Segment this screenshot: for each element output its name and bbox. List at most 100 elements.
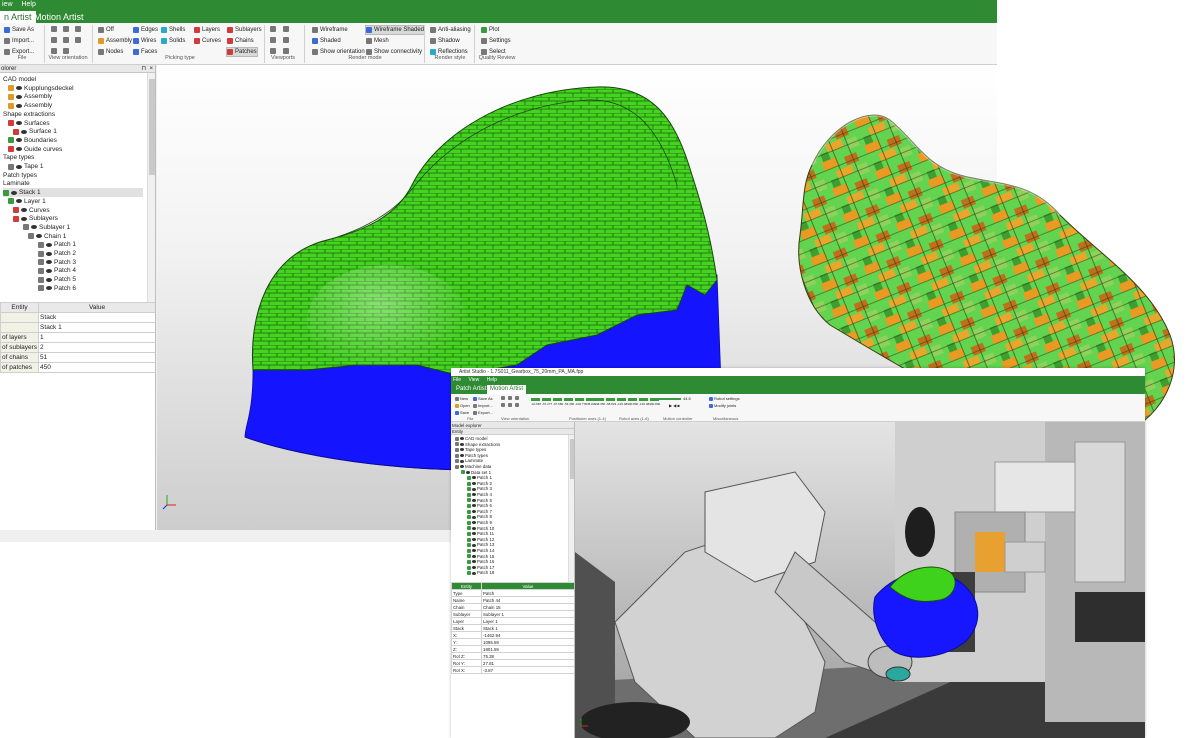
view-rotate-button[interactable] [508,396,512,400]
tree-item[interactable]: Patch 3 [38,258,76,267]
menu-view[interactable]: View [468,377,479,383]
scrollbar-thumb[interactable] [570,439,574,479]
save-button[interactable]: Save [455,410,469,415]
view-iso-button[interactable] [501,396,505,400]
property-value[interactable]: Stack 1 [38,322,155,333]
visibility-eye-icon[interactable] [472,526,476,530]
pin-icon[interactable]: ⊓ [141,65,146,73]
visibility-eye-icon[interactable] [472,521,476,525]
visibility-eye-icon[interactable] [466,470,470,474]
wireframe-button[interactable]: Wireframe [312,26,348,34]
menu-view[interactable]: iew [2,1,13,8]
tree-item[interactable]: Assembly [8,101,52,110]
menu-help[interactable]: Help [21,1,35,8]
tree-item[interactable]: CAD model [3,75,36,84]
tree-item[interactable]: Stack 1 [3,188,143,198]
visibility-eye-icon[interactable] [472,554,476,558]
visibility-eye-icon[interactable] [46,242,52,247]
viewport-vertical-button[interactable] [283,37,289,43]
view-bottom-button[interactable] [51,48,57,54]
pick-patches-button[interactable]: Patches [226,47,258,57]
visibility-eye-icon[interactable] [460,448,464,452]
view-pan-button[interactable] [515,403,519,407]
tree-item[interactable]: Surfaces [8,119,50,128]
property-value[interactable]: -3.87 [481,666,574,674]
tree-item[interactable]: Guide curves [8,145,62,154]
viewport-triple-button[interactable] [283,48,289,54]
visibility-eye-icon[interactable] [472,571,476,575]
view-side-button[interactable] [63,37,69,43]
tree-item[interactable]: Assembly [8,92,52,101]
visibility-eye-icon[interactable] [46,286,52,291]
pick-wires-button[interactable]: Wires [133,37,156,45]
pick-off-button[interactable]: Off [98,26,114,34]
save-as-button[interactable]: Save As [473,396,493,401]
property-value[interactable]: -1462.94 [481,631,574,639]
property-value[interactable]: Stack [38,312,155,323]
visibility-eye-icon[interactable] [472,498,476,502]
property-value[interactable]: Sublayer 1 [481,610,574,618]
axis-slider[interactable]: -10.987 [531,398,541,407]
visibility-eye-icon[interactable] [472,482,476,486]
visibility-eye-icon[interactable] [472,532,476,536]
property-value[interactable]: 450 [38,362,155,373]
motion-slider[interactable] [651,398,681,400]
pick-nodes-button[interactable]: Nodes [98,48,123,56]
visibility-eye-icon[interactable] [472,476,476,480]
tree-item[interactable]: Patch 18 [467,570,494,576]
visibility-eye-icon[interactable] [472,510,476,514]
tree-item[interactable]: Patch 5 [38,275,76,284]
property-value[interactable]: 1801.59 [481,645,574,653]
axis-slider[interactable]: -67.277 [542,398,552,407]
axis-slider[interactable]: -53.396 [564,398,574,407]
visibility-eye-icon[interactable] [21,216,27,221]
plot-button[interactable]: Plot [481,26,499,34]
visibility-eye-icon[interactable] [16,138,22,143]
property-value[interactable]: Layer 1 [481,617,574,625]
import-button[interactable]: Import... [4,37,34,45]
view-rotate-button[interactable] [63,26,69,32]
wireframe-shaded-button[interactable]: Wireframe Shaded [364,25,426,35]
settings-button[interactable]: Settings [481,37,511,45]
visibility-eye-icon[interactable] [11,190,17,195]
visibility-eye-icon[interactable] [472,538,476,542]
visibility-eye-icon[interactable] [16,147,22,152]
export-button[interactable]: Export... [473,410,493,415]
visibility-eye-icon[interactable] [472,504,476,508]
import-button[interactable]: Import... [473,403,493,408]
tree-item[interactable]: Patch 6 [38,284,76,293]
visibility-eye-icon[interactable] [21,129,27,134]
view-front-button[interactable] [51,37,57,43]
pick-chains-button[interactable]: Chains [227,37,254,45]
visibility-eye-icon[interactable] [31,225,37,230]
play-icon[interactable]: ▶ ◀ ■ [669,403,680,408]
visibility-eye-icon[interactable] [460,442,464,446]
visibility-eye-icon[interactable] [460,454,464,458]
pick-edges-button[interactable]: Edges [133,26,158,34]
axis-slider[interactable]: -68.823 [606,398,616,407]
viewport-single-button[interactable] [270,26,276,32]
tree-item[interactable]: Sublayer 1 [23,223,70,232]
view-back-button[interactable] [63,48,69,54]
visibility-eye-icon[interactable] [472,487,476,491]
save-as-button[interactable]: Save As [4,26,34,34]
property-value[interactable]: 1 [38,332,155,343]
tree-item[interactable]: Patch 2 [38,249,76,258]
tree-item[interactable]: Boundaries [8,136,57,145]
visibility-eye-icon[interactable] [472,549,476,553]
property-value[interactable]: Patch [481,589,574,597]
pick-assembly-button[interactable]: Assembly [98,37,132,45]
property-value[interactable]: Chain 15 [481,603,574,611]
property-value[interactable]: 27.81 [481,659,574,667]
tree-item[interactable]: Laminate [3,179,30,188]
menu-help[interactable]: Help [487,377,497,383]
pick-solids-button[interactable]: Solids [161,37,185,45]
tree-item[interactable]: Surface 1 [13,127,57,136]
mesh-button[interactable]: Mesh [366,37,389,45]
visibility-eye-icon[interactable] [16,94,22,99]
tree-item[interactable]: Curves [13,206,50,215]
visibility-eye-icon[interactable] [46,277,52,282]
view-front-button[interactable] [501,403,505,407]
view-top-button[interactable] [515,396,519,400]
scrollbar-thumb[interactable] [149,79,155,175]
